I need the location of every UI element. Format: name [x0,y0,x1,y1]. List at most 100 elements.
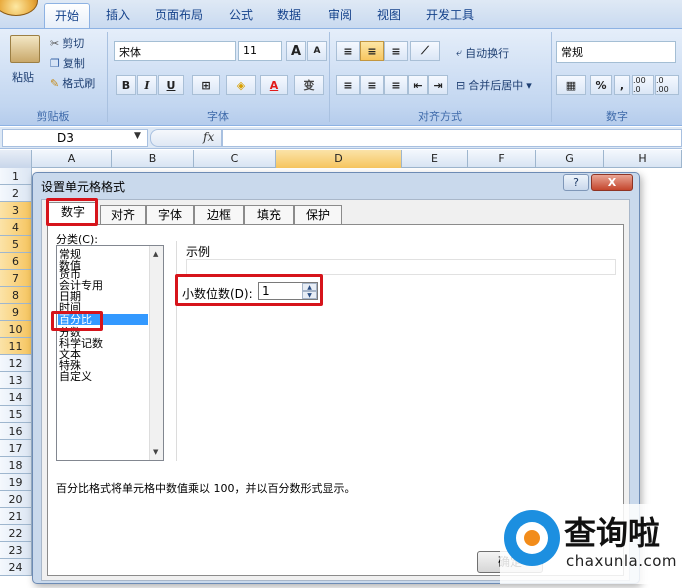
percent-style-button[interactable]: % [590,75,612,95]
bold-button[interactable]: B [116,75,136,95]
tab-font[interactable]: 字体 [146,205,194,224]
orientation-button[interactable]: ⟋ [410,41,440,61]
row-header[interactable]: 22 [0,525,32,542]
cut-button[interactable]: ✂ 剪切 [50,35,84,51]
number-format-select[interactable]: 常规 [556,41,676,63]
tab-home[interactable]: 开始 [44,3,91,29]
row-header[interactable]: 23 [0,542,32,559]
row-header[interactable]: 19 [0,474,32,491]
font-color-button[interactable]: A [260,75,288,95]
row-header[interactable]: 11 [0,338,32,355]
column-header[interactable]: G [536,150,604,168]
row-header[interactable]: 3 [0,202,32,219]
column-header[interactable]: H [604,150,682,168]
row-header[interactable]: 6 [0,253,32,270]
copy-button[interactable]: ❐ 复制 [50,55,85,71]
column-header[interactable]: C [194,150,276,168]
row-header[interactable]: 8 [0,287,32,304]
increase-indent-button[interactable]: ⇥ [428,75,448,95]
formula-input[interactable] [222,129,682,147]
font-name-select[interactable]: 宋体 [114,41,236,61]
name-box[interactable]: D3 [2,129,148,147]
magnifier-logo-icon [504,510,560,566]
merge-center-button[interactable]: ⊟ 合并后居中 ▾ [456,77,532,93]
select-all-corner[interactable] [0,150,32,168]
underline-button[interactable]: U [158,75,184,95]
column-header[interactable]: B [112,150,194,168]
column-header[interactable]: F [468,150,536,168]
align-top-button[interactable]: ≡ [336,41,360,61]
align-left-button[interactable]: ≡ [336,75,360,95]
font-size-select[interactable]: 11 [238,41,282,61]
row-header[interactable]: 20 [0,491,32,508]
row-header[interactable]: 12 [0,355,32,372]
tab-review[interactable]: 审阅 [328,6,352,23]
close-button[interactable]: X [591,174,633,191]
italic-button[interactable]: I [137,75,157,95]
row-header[interactable]: 21 [0,508,32,525]
merge-label: 合并后居中 [468,79,524,92]
decrease-decimal-button[interactable]: .0 .00 [655,75,679,95]
row-header[interactable]: 14 [0,389,32,406]
tab-fill[interactable]: 填充 [244,205,294,224]
tab-alignment[interactable]: 对齐 [100,205,146,224]
number-group-label: 数字 [606,110,628,123]
tab-protection[interactable]: 保护 [294,205,342,224]
row-header[interactable]: 4 [0,219,32,236]
phonetic-button[interactable]: 变 [294,75,324,95]
format-painter-button[interactable]: ✎ 格式刷 [50,75,95,91]
tab-border[interactable]: 边框 [194,205,244,224]
list-item[interactable]: 自定义 [59,371,92,382]
tab-view[interactable]: 视图 [377,6,401,23]
row-header[interactable]: 9 [0,304,32,321]
chevron-down-icon[interactable]: ▼ [134,131,141,141]
row-header[interactable]: 13 [0,372,32,389]
borders-icon: ⊞ [201,78,211,92]
tab-developer[interactable]: 开发工具 [426,6,474,23]
align-center-button[interactable]: ≡ [360,75,384,95]
align-middle-button[interactable]: ≡ [360,41,384,61]
fill-color-button[interactable]: ◈ [226,75,256,95]
row-header[interactable]: 15 [0,406,32,423]
tab-formulas[interactable]: 公式 [229,6,253,23]
paste-button[interactable]: 粘贴 [12,69,34,85]
clipboard-group-label: 剪贴板 [36,110,70,123]
wrap-text-button[interactable]: ⤶ 自动换行 [456,45,509,61]
scroll-down-icon[interactable]: ▼ [153,448,158,456]
watermark-text: 查询啦 [564,514,661,552]
shrink-font-button[interactable]: A [307,41,327,61]
row-header[interactable]: 24 [0,559,32,576]
paste-icon[interactable] [10,35,40,63]
help-button[interactable]: ? [563,174,589,191]
increase-decimal-button[interactable]: .00 .0 [632,75,654,95]
tab-insert[interactable]: 插入 [106,6,130,23]
comma-style-button[interactable]: , [614,75,630,95]
tab-page-layout[interactable]: 页面布局 [155,6,203,23]
column-header[interactable]: A [32,150,112,168]
tab-data[interactable]: 数据 [277,6,301,23]
row-header[interactable]: 17 [0,440,32,457]
orientation-icon: ⟋ [421,44,429,57]
list-scrollbar[interactable]: ▲ ▼ [149,246,163,460]
borders-button[interactable]: ⊞ [192,75,220,95]
row-header[interactable]: 2 [0,185,32,202]
scroll-up-icon[interactable]: ▲ [153,250,158,258]
row-header[interactable]: 5 [0,236,32,253]
insert-function-button[interactable]: fx [150,129,222,147]
decrease-indent-button[interactable]: ⇤ [408,75,428,95]
align-bottom-button[interactable]: ≡ [384,41,408,61]
row-header[interactable]: 1 [0,168,32,185]
row-header[interactable]: 16 [0,423,32,440]
sample-label: 示例 [186,245,211,259]
accounting-format-button[interactable]: ▦ [556,75,586,95]
category-list[interactable]: ▲ ▼ 常规 数值 货币 会计专用 日期 时间 百分比 分数 科学记数 文本 特… [56,245,164,461]
font-group-label: 字体 [207,110,229,123]
column-header-selected[interactable]: D [276,150,402,168]
row-header[interactable]: 18 [0,457,32,474]
wrap-text-icon: ⤶ [456,46,463,59]
row-header[interactable]: 10 [0,321,32,338]
column-header[interactable]: E [402,150,468,168]
grow-font-button[interactable]: A [286,41,306,61]
align-right-button[interactable]: ≡ [384,75,408,95]
row-header[interactable]: 7 [0,270,32,287]
